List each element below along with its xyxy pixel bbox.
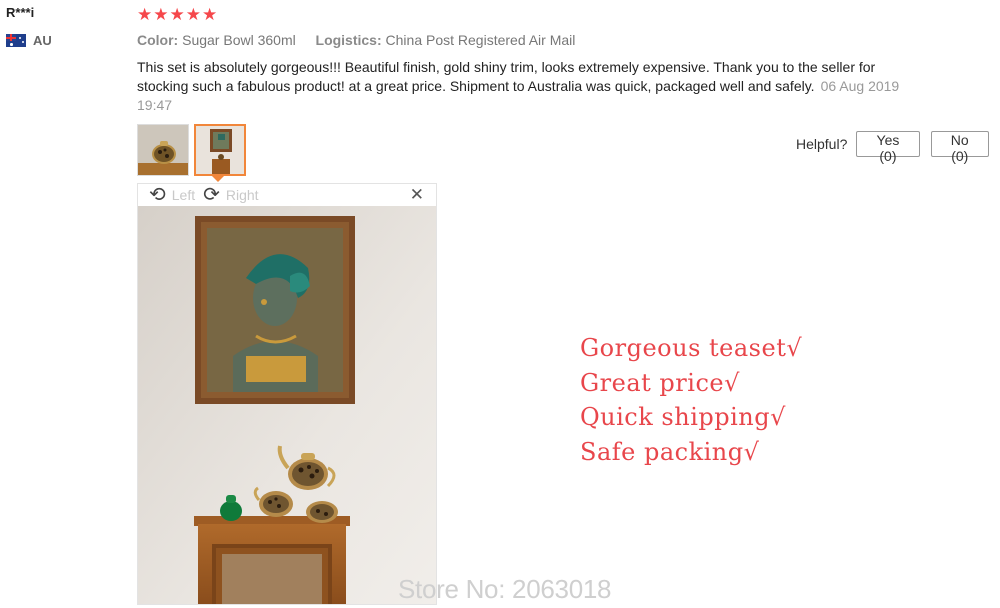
helpful-label: Helpful? — [796, 136, 848, 152]
review-body: This set is absolutely gorgeous!!! Beaut… — [137, 58, 907, 115]
review-photo — [138, 206, 436, 604]
selected-thumbnail-caret — [212, 176, 224, 182]
color-label: Color: — [137, 32, 179, 48]
logistics-value: China Post Registered Air Mail — [385, 32, 576, 48]
country-code: AU — [33, 33, 52, 48]
helpful-no-button[interactable]: No (0) — [930, 131, 989, 164]
order-attributes: Color: Sugar Bowl 360ml Logistics: China… — [137, 32, 575, 48]
star-rating: ★ ★ ★ ★ ★ — [137, 5, 217, 25]
promo-line: Gorgeous teaset√ — [580, 334, 803, 362]
star-icon: ★ — [137, 5, 153, 24]
rotate-left-label[interactable]: Left — [172, 187, 195, 203]
viewer-toolbar: ⟲ Left ⟳ Right ✕ — [138, 184, 436, 206]
reviewer-country: AU — [6, 33, 52, 48]
color-value: Sugar Bowl 360ml — [182, 32, 296, 48]
promo-text: Gorgeous teaset√ Great price√ Quick ship… — [580, 331, 802, 469]
logistics-label: Logistics: — [315, 32, 382, 48]
rotate-left-icon[interactable]: ⟲ — [149, 185, 166, 205]
helpful-yes-button[interactable]: Yes (0) — [856, 131, 920, 164]
helpful-votes: Helpful? Yes (0) No (0) — [796, 131, 1000, 164]
star-icon: ★ — [202, 5, 218, 24]
star-icon: ★ — [185, 5, 201, 24]
rotate-right-icon[interactable]: ⟳ — [203, 185, 220, 205]
promo-line: Safe packing√ — [580, 437, 760, 466]
reviewer-name: R***i — [6, 5, 35, 20]
close-icon[interactable]: ✕ — [410, 185, 424, 205]
review-text: This set is absolutely gorgeous!!! Beaut… — [137, 59, 876, 94]
promo-line: Great price√ — [580, 368, 740, 397]
rotate-right-label[interactable]: Right — [226, 187, 259, 203]
star-icon: ★ — [153, 5, 169, 24]
review-photo-thumbnail-1[interactable] — [137, 124, 189, 176]
store-watermark: Store No: 2063018 — [398, 574, 612, 604]
star-icon: ★ — [169, 5, 185, 24]
photo-viewer: ⟲ Left ⟳ Right ✕ — [137, 183, 437, 605]
australia-flag-icon — [6, 34, 26, 47]
promo-line: Quick shipping√ — [580, 403, 786, 431]
review-photo-thumbnail-2[interactable] — [194, 124, 246, 176]
